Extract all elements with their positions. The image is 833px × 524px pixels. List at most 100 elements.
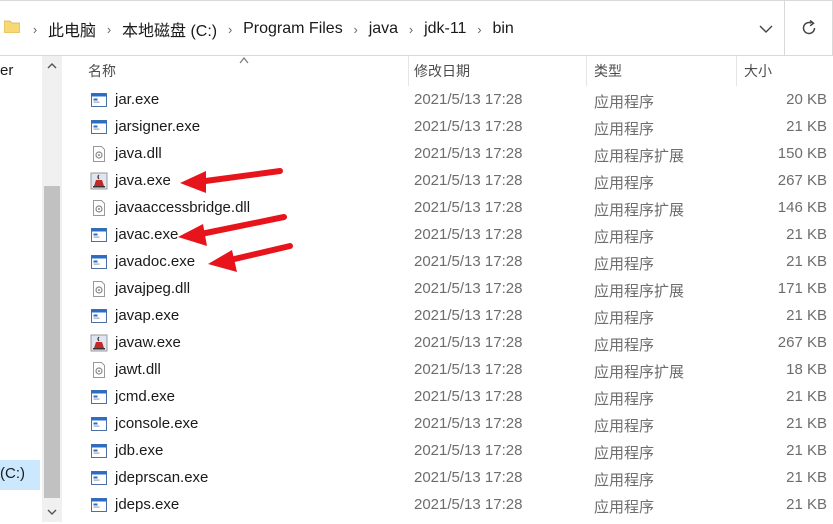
file-name[interactable]: javaw.exe: [115, 334, 181, 351]
file-row[interactable]: javaaccessbridge.dll 2021/5/13 17:28 应用程序扩…: [62, 195, 833, 222]
file-modified-date: 2021/5/13 17:28: [414, 334, 523, 351]
exe-window-icon: [90, 91, 108, 109]
scroll-thumb[interactable]: [44, 186, 60, 498]
file-type: 应用程序: [594, 391, 655, 408]
chevron-down-icon: [47, 509, 57, 515]
file-type: 应用程序: [594, 445, 655, 462]
nav-item-local-disk-selected[interactable]: (C:): [0, 460, 40, 490]
file-modified-date: 2021/5/13 17:28: [414, 145, 523, 162]
exe-window-icon: [90, 442, 108, 460]
file-row[interactable]: jdeps.exe 2021/5/13 17:28 应用程序 21 KB: [62, 492, 833, 519]
file-name[interactable]: jarsigner.exe: [115, 118, 200, 135]
file-size: 18 KB: [786, 361, 827, 378]
exe-window-icon: [90, 388, 108, 406]
chevron-right-icon[interactable]: ›: [217, 22, 243, 37]
file-name[interactable]: jdeprscan.exe: [115, 469, 208, 486]
file-row[interactable]: javadoc.exe 2021/5/13 17:28 应用程序 21 KB: [62, 249, 833, 276]
breadcrumb-item-java[interactable]: java: [369, 20, 398, 38]
chevron-right-icon[interactable]: ›: [96, 22, 122, 37]
file-row[interactable]: javajpeg.dll 2021/5/13 17:28 应用程序扩展 171 KB: [62, 276, 833, 303]
scroll-up-button[interactable]: [42, 56, 62, 76]
column-header-type[interactable]: 类型: [594, 56, 622, 86]
file-size: 21 KB: [786, 118, 827, 135]
breadcrumb-item-bin[interactable]: bin: [492, 20, 513, 38]
sort-ascending-icon: [239, 57, 249, 64]
chevron-right-icon[interactable]: ›: [22, 22, 48, 37]
file-type: 应用程序扩展: [594, 283, 685, 300]
column-divider[interactable]: [736, 56, 737, 86]
file-row[interactable]: java.exe 2021/5/13 17:28 应用程序 267 KB: [62, 168, 833, 195]
exe-window-icon: [90, 307, 108, 325]
file-row[interactable]: jar.exe 2021/5/13 17:28 应用程序 20 KB: [62, 87, 833, 114]
file-modified-date: 2021/5/13 17:28: [414, 253, 523, 270]
file-name[interactable]: jdeps.exe: [115, 496, 179, 513]
file-modified-date: 2021/5/13 17:28: [414, 280, 523, 297]
file-name[interactable]: javaaccessbridge.dll: [115, 199, 250, 216]
file-name[interactable]: java.dll: [115, 145, 162, 162]
file-modified-date: 2021/5/13 17:28: [414, 388, 523, 405]
column-header: 名称 修改日期 类型 大小: [62, 56, 833, 86]
file-row[interactable]: javaw.exe 2021/5/13 17:28 应用程序 267 KB: [62, 330, 833, 357]
breadcrumb-item-jdk[interactable]: jdk-11: [424, 20, 466, 38]
file-type: 应用程序扩展: [594, 148, 685, 165]
file-name[interactable]: jar.exe: [115, 91, 159, 108]
column-header-name[interactable]: 名称: [88, 56, 116, 86]
file-size: 21 KB: [786, 469, 827, 486]
file-row[interactable]: javap.exe 2021/5/13 17:28 应用程序 21 KB: [62, 303, 833, 330]
file-row[interactable]: jdb.exe 2021/5/13 17:28 应用程序 21 KB: [62, 438, 833, 465]
address-history-dropdown[interactable]: [756, 19, 776, 39]
nav-scrollbar[interactable]: [42, 56, 62, 522]
file-name[interactable]: javadoc.exe: [115, 253, 195, 270]
file-name[interactable]: java.exe: [115, 172, 171, 189]
file-row[interactable]: jdeprscan.exe 2021/5/13 17:28 应用程序 21 KB: [62, 465, 833, 492]
file-name[interactable]: jdb.exe: [115, 442, 163, 459]
folder-icon: [4, 20, 20, 33]
file-name[interactable]: jconsole.exe: [115, 415, 198, 432]
column-header-size[interactable]: 大小: [744, 56, 772, 86]
file-type: 应用程序: [594, 310, 655, 327]
chevron-right-icon[interactable]: ›: [466, 22, 492, 37]
file-size: 21 KB: [786, 388, 827, 405]
file-name[interactable]: javac.exe: [115, 226, 178, 243]
file-name[interactable]: jawt.dll: [115, 361, 161, 378]
breadcrumb-item-program-files[interactable]: Program Files: [243, 20, 343, 38]
exe-window-icon: [90, 118, 108, 136]
exe-window-icon: [90, 469, 108, 487]
column-divider[interactable]: [586, 56, 587, 86]
file-name[interactable]: jcmd.exe: [115, 388, 175, 405]
file-row[interactable]: java.dll 2021/5/13 17:28 应用程序扩展 150 KB: [62, 141, 833, 168]
file-size: 146 KB: [777, 199, 827, 216]
column-header-date[interactable]: 修改日期: [414, 56, 470, 86]
file-row[interactable]: jawt.dll 2021/5/13 17:28 应用程序扩展 18 KB: [62, 357, 833, 384]
exe-window-icon: [90, 496, 108, 514]
exe-window-icon: [90, 226, 108, 244]
file-row[interactable]: jconsole.exe 2021/5/13 17:28 应用程序 21 KB: [62, 411, 833, 438]
file-row[interactable]: javac.exe 2021/5/13 17:28 应用程序 21 KB: [62, 222, 833, 249]
file-type: 应用程序: [594, 337, 655, 354]
file-size: 21 KB: [786, 415, 827, 432]
chevron-right-icon[interactable]: ›: [343, 22, 369, 37]
file-modified-date: 2021/5/13 17:28: [414, 361, 523, 378]
nav-item-partial[interactable]: er: [0, 62, 13, 79]
breadcrumb-item-local-disk[interactable]: 本地磁盘 (C:): [122, 17, 217, 41]
file-row[interactable]: jarsigner.exe 2021/5/13 17:28 应用程序 21 KB: [62, 114, 833, 141]
file-type: 应用程序: [594, 472, 655, 489]
scroll-down-button[interactable]: [42, 502, 62, 522]
file-size: 21 KB: [786, 253, 827, 270]
file-modified-date: 2021/5/13 17:28: [414, 496, 523, 513]
file-row[interactable]: jcmd.exe 2021/5/13 17:28 应用程序 21 KB: [62, 384, 833, 411]
breadcrumb-item-this-pc[interactable]: 此电脑: [48, 17, 96, 41]
column-divider[interactable]: [408, 56, 409, 86]
file-size: 21 KB: [786, 226, 827, 243]
refresh-button[interactable]: [785, 0, 833, 56]
chevron-right-icon[interactable]: ›: [398, 22, 424, 37]
exe-window-icon: [90, 415, 108, 433]
file-modified-date: 2021/5/13 17:28: [414, 415, 523, 432]
address-bar[interactable]: › 此电脑 › 本地磁盘 (C:) › Program Files › java…: [0, 0, 785, 56]
file-type: 应用程序: [594, 94, 655, 111]
file-name[interactable]: javap.exe: [115, 307, 179, 324]
file-modified-date: 2021/5/13 17:28: [414, 307, 523, 324]
dll-gear-icon: [90, 361, 108, 379]
file-name[interactable]: javajpeg.dll: [115, 280, 190, 297]
chevron-up-icon: [47, 63, 57, 69]
